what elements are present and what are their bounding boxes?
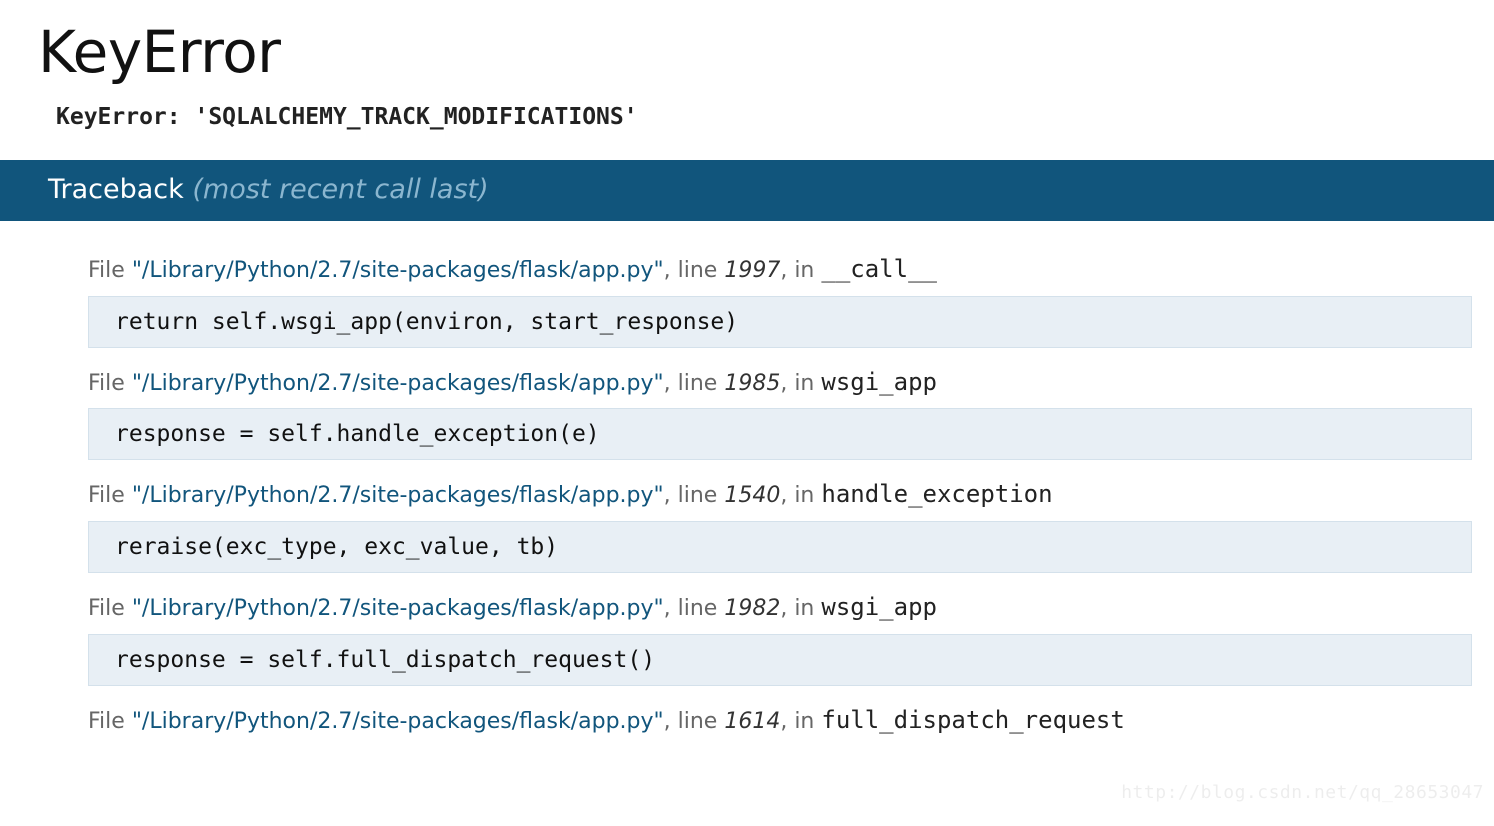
- line-label: , line: [664, 596, 725, 621]
- in-label: , in: [780, 371, 821, 396]
- file-path-link[interactable]: "/Library/Python/2.7/site-packages/flask…: [132, 709, 664, 734]
- line-label: , line: [664, 709, 725, 734]
- source-line[interactable]: response = self.handle_exception(e): [88, 408, 1472, 460]
- line-number: 1540: [724, 483, 780, 508]
- line-number: 1982: [724, 596, 780, 621]
- traceback-frame[interactable]: File "/Library/Python/2.7/site-packages/…: [88, 704, 1494, 737]
- traceback-frame[interactable]: File "/Library/Python/2.7/site-packages/…: [88, 478, 1494, 573]
- watermark-text: http://blog.csdn.net/qq_28653047: [1121, 782, 1484, 803]
- function-name: __call__: [821, 255, 937, 283]
- exception-value: KeyError: 'SQLALCHEMY_TRACK_MODIFICATION…: [56, 104, 1494, 130]
- source-line[interactable]: reraise(exc_type, exc_value, tb): [88, 521, 1472, 573]
- file-prefix: File: [88, 709, 132, 734]
- line-number: 1614: [724, 709, 780, 734]
- traceback-frame[interactable]: File "/Library/Python/2.7/site-packages/…: [88, 591, 1494, 686]
- file-path-link[interactable]: "/Library/Python/2.7/site-packages/flask…: [132, 371, 664, 396]
- frame-location: File "/Library/Python/2.7/site-packages/…: [88, 366, 1472, 399]
- function-name: wsgi_app: [821, 368, 937, 396]
- function-name: handle_exception: [821, 480, 1052, 508]
- exception-title: KeyError: [38, 18, 1494, 86]
- traceback-container: Traceback (most recent call last) File "…: [0, 160, 1494, 736]
- file-prefix: File: [88, 258, 132, 283]
- frames-list: File "/Library/Python/2.7/site-packages/…: [0, 221, 1494, 736]
- in-label: , in: [780, 596, 821, 621]
- in-label: , in: [780, 483, 821, 508]
- traceback-frame[interactable]: File "/Library/Python/2.7/site-packages/…: [88, 366, 1494, 461]
- frame-location: File "/Library/Python/2.7/site-packages/…: [88, 591, 1472, 624]
- file-prefix: File: [88, 371, 132, 396]
- file-path-link[interactable]: "/Library/Python/2.7/site-packages/flask…: [132, 258, 664, 283]
- frame-location: File "/Library/Python/2.7/site-packages/…: [88, 478, 1472, 511]
- source-line[interactable]: return self.wsgi_app(environ, start_resp…: [88, 296, 1472, 348]
- function-name: full_dispatch_request: [821, 706, 1124, 734]
- line-number: 1997: [724, 258, 780, 283]
- line-label: , line: [664, 371, 725, 396]
- traceback-header-label: Traceback: [48, 174, 184, 205]
- line-label: , line: [664, 258, 725, 283]
- frame-location: File "/Library/Python/2.7/site-packages/…: [88, 704, 1472, 737]
- line-label: , line: [664, 483, 725, 508]
- source-line[interactable]: response = self.full_dispatch_request(): [88, 634, 1472, 686]
- file-path-link[interactable]: "/Library/Python/2.7/site-packages/flask…: [132, 483, 664, 508]
- function-name: wsgi_app: [821, 593, 937, 621]
- frame-location: File "/Library/Python/2.7/site-packages/…: [88, 253, 1472, 286]
- traceback-header: Traceback (most recent call last): [0, 160, 1494, 221]
- traceback-frame[interactable]: File "/Library/Python/2.7/site-packages/…: [88, 253, 1494, 348]
- in-label: , in: [780, 258, 821, 283]
- file-path-link[interactable]: "/Library/Python/2.7/site-packages/flask…: [132, 596, 664, 621]
- file-prefix: File: [88, 483, 132, 508]
- traceback-header-suffix: (most recent call last): [192, 174, 488, 205]
- file-prefix: File: [88, 596, 132, 621]
- in-label: , in: [780, 709, 821, 734]
- line-number: 1985: [724, 371, 780, 396]
